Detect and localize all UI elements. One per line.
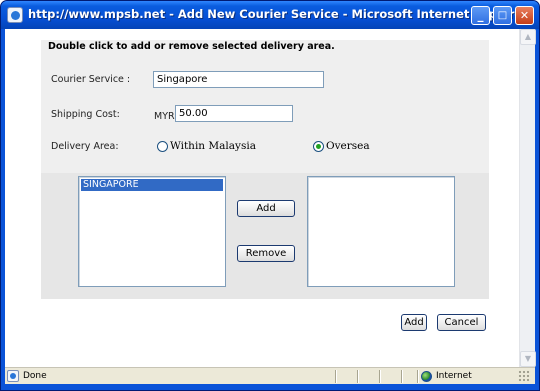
within-malaysia-label[interactable]: Within Malaysia (170, 140, 256, 152)
instruction-text: Double click to add or remove selected d… (48, 41, 335, 52)
shipping-cost-label: Shipping Cost: (51, 109, 120, 120)
close-button[interactable]: ✕ (515, 6, 534, 25)
selected-areas-list[interactable] (307, 176, 455, 287)
minimize-button[interactable]: _ (471, 6, 490, 25)
ie-window: http://www.mpsb.net - Add New Courier Se… (0, 0, 540, 391)
delivery-area-label: Delivery Area: (51, 141, 119, 152)
scroll-up-icon[interactable]: ▲ (520, 29, 536, 45)
courier-service-label: Courier Service : (51, 74, 131, 85)
status-divider (379, 370, 381, 383)
status-divider (417, 370, 419, 383)
internet-globe-icon (421, 371, 432, 382)
oversea-radio[interactable] (313, 141, 324, 152)
within-malaysia-radio[interactable] (157, 141, 168, 152)
title-bar[interactable]: http://www.mpsb.net - Add New Courier Se… (1, 1, 539, 29)
maximize-button[interactable]: □ (493, 6, 512, 25)
cancel-button[interactable]: Cancel (437, 314, 486, 331)
available-areas-list[interactable]: SINGAPORE (78, 176, 226, 287)
status-divider (335, 370, 337, 383)
oversea-label[interactable]: Oversea (326, 140, 370, 152)
shipping-cost-input[interactable]: 50.00 (175, 105, 293, 122)
status-text: Done (23, 371, 47, 381)
courier-service-input[interactable]: Singapore (153, 71, 324, 88)
page-status-icon (7, 370, 19, 382)
status-divider (357, 370, 359, 383)
vertical-scrollbar[interactable]: ▲ ▼ (519, 29, 536, 367)
window-title: http://www.mpsb.net - Add New Courier Se… (28, 7, 528, 21)
scroll-down-icon[interactable]: ▼ (520, 351, 536, 367)
submit-add-button[interactable]: Add (401, 314, 427, 331)
resize-grip-icon[interactable] (518, 370, 531, 383)
form-panel: Double click to add or remove selected d… (41, 40, 489, 299)
remove-area-button[interactable]: Remove (237, 245, 295, 262)
list-item[interactable]: SINGAPORE (81, 179, 223, 191)
page-content: Double click to add or remove selected d… (5, 29, 536, 367)
ie-page-icon (7, 7, 23, 23)
add-area-button[interactable]: Add (237, 200, 295, 217)
status-bar: Done Internet (5, 367, 535, 384)
currency-label: MYR (154, 111, 175, 122)
status-divider (401, 370, 403, 383)
zone-text: Internet (436, 371, 472, 381)
